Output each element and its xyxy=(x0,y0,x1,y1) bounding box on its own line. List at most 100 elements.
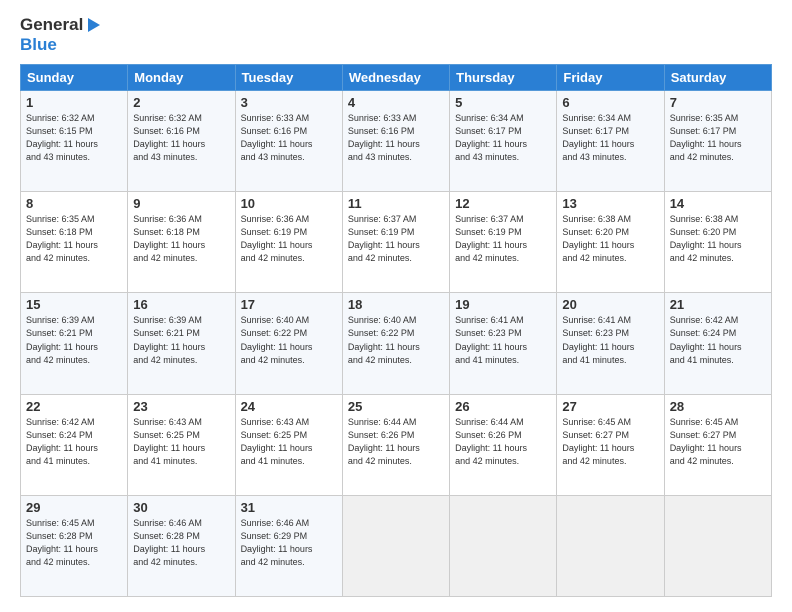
day-number: 24 xyxy=(241,399,337,414)
day-info: Sunrise: 6:34 AM Sunset: 6:17 PM Dayligh… xyxy=(562,112,658,164)
calendar-cell: 15 Sunrise: 6:39 AM Sunset: 6:21 PM Dayli… xyxy=(21,293,128,394)
day-info: Sunrise: 6:32 AM Sunset: 6:15 PM Dayligh… xyxy=(26,112,122,164)
day-info: Sunrise: 6:42 AM Sunset: 6:24 PM Dayligh… xyxy=(26,416,122,468)
calendar-cell: 3 Sunrise: 6:33 AM Sunset: 6:16 PM Daylig… xyxy=(235,91,342,192)
day-info: Sunrise: 6:33 AM Sunset: 6:16 PM Dayligh… xyxy=(241,112,337,164)
calendar-cell: 31Sunrise: 6:46 AM Sunset: 6:29 PM Dayli… xyxy=(235,495,342,596)
calendar-cell: 22 Sunrise: 6:42 AM Sunset: 6:24 PM Dayli… xyxy=(21,394,128,495)
day-number: 10 xyxy=(241,196,337,211)
day-number: 13 xyxy=(562,196,658,211)
day-number: 29 xyxy=(26,500,122,515)
day-info: Sunrise: 6:36 AM Sunset: 6:19 PM Dayligh… xyxy=(241,213,337,265)
day-info: Sunrise: 6:41 AM Sunset: 6:23 PM Dayligh… xyxy=(562,314,658,366)
day-info: Sunrise: 6:32 AM Sunset: 6:16 PM Dayligh… xyxy=(133,112,229,164)
day-number: 4 xyxy=(348,95,444,110)
calendar-cell: 13 Sunrise: 6:38 AM Sunset: 6:20 PM Dayli… xyxy=(557,192,664,293)
day-info: Sunrise: 6:37 AM Sunset: 6:19 PM Dayligh… xyxy=(455,213,551,265)
day-info: Sunrise: 6:42 AM Sunset: 6:24 PM Dayligh… xyxy=(670,314,766,366)
calendar-cell: 12 Sunrise: 6:37 AM Sunset: 6:19 PM Dayli… xyxy=(450,192,557,293)
day-info: Sunrise: 6:40 AM Sunset: 6:22 PM Dayligh… xyxy=(348,314,444,366)
day-info: Sunrise: 6:39 AM Sunset: 6:21 PM Dayligh… xyxy=(26,314,122,366)
day-number: 20 xyxy=(562,297,658,312)
logo: General Blue xyxy=(20,15,102,54)
dow-header-saturday: Saturday xyxy=(664,65,771,91)
calendar-cell: 25 Sunrise: 6:44 AM Sunset: 6:26 PM Dayli… xyxy=(342,394,449,495)
calendar-cell: 11 Sunrise: 6:37 AM Sunset: 6:19 PM Dayli… xyxy=(342,192,449,293)
day-info: Sunrise: 6:44 AM Sunset: 6:26 PM Dayligh… xyxy=(455,416,551,468)
week-row-5: 29Sunrise: 6:45 AM Sunset: 6:28 PM Dayli… xyxy=(21,495,772,596)
day-info: Sunrise: 6:45 AM Sunset: 6:27 PM Dayligh… xyxy=(562,416,658,468)
week-row-2: 8 Sunrise: 6:35 AM Sunset: 6:18 PM Daylig… xyxy=(21,192,772,293)
dow-header-sunday: Sunday xyxy=(21,65,128,91)
calendar-cell: 29Sunrise: 6:45 AM Sunset: 6:28 PM Dayli… xyxy=(21,495,128,596)
day-info: Sunrise: 6:46 AM Sunset: 6:28 PM Dayligh… xyxy=(133,517,229,569)
day-number: 19 xyxy=(455,297,551,312)
day-number: 12 xyxy=(455,196,551,211)
day-number: 27 xyxy=(562,399,658,414)
day-number: 14 xyxy=(670,196,766,211)
day-info: Sunrise: 6:36 AM Sunset: 6:18 PM Dayligh… xyxy=(133,213,229,265)
day-number: 22 xyxy=(26,399,122,414)
calendar-cell: 10 Sunrise: 6:36 AM Sunset: 6:19 PM Dayli… xyxy=(235,192,342,293)
day-info: Sunrise: 6:33 AM Sunset: 6:16 PM Dayligh… xyxy=(348,112,444,164)
calendar-cell: 26 Sunrise: 6:44 AM Sunset: 6:26 PM Dayli… xyxy=(450,394,557,495)
day-info: Sunrise: 6:37 AM Sunset: 6:19 PM Dayligh… xyxy=(348,213,444,265)
logo-blue-text: Blue xyxy=(20,35,102,55)
calendar-cell: 14 Sunrise: 6:38 AM Sunset: 6:20 PM Dayli… xyxy=(664,192,771,293)
day-number: 15 xyxy=(26,297,122,312)
day-number: 11 xyxy=(348,196,444,211)
days-of-week-row: SundayMondayTuesdayWednesdayThursdayFrid… xyxy=(21,65,772,91)
day-number: 9 xyxy=(133,196,229,211)
header: General Blue xyxy=(20,15,772,54)
day-number: 30 xyxy=(133,500,229,515)
calendar-cell: 9 Sunrise: 6:36 AM Sunset: 6:18 PM Daylig… xyxy=(128,192,235,293)
day-number: 28 xyxy=(670,399,766,414)
day-info: Sunrise: 6:40 AM Sunset: 6:22 PM Dayligh… xyxy=(241,314,337,366)
calendar-cell: 30 Sunrise: 6:46 AM Sunset: 6:28 PM Dayli… xyxy=(128,495,235,596)
calendar-cell: 6 Sunrise: 6:34 AM Sunset: 6:17 PM Daylig… xyxy=(557,91,664,192)
calendar-cell xyxy=(342,495,449,596)
calendar-cell: 16Sunrise: 6:39 AM Sunset: 6:21 PM Dayli… xyxy=(128,293,235,394)
day-number: 3 xyxy=(241,95,337,110)
week-row-3: 15 Sunrise: 6:39 AM Sunset: 6:21 PM Dayli… xyxy=(21,293,772,394)
calendar-cell: 8 Sunrise: 6:35 AM Sunset: 6:18 PM Daylig… xyxy=(21,192,128,293)
dow-header-tuesday: Tuesday xyxy=(235,65,342,91)
calendar-body: 1 Sunrise: 6:32 AM Sunset: 6:15 PM Daylig… xyxy=(21,91,772,597)
day-number: 31 xyxy=(241,500,337,515)
day-number: 8 xyxy=(26,196,122,211)
calendar-cell: 28 Sunrise: 6:45 AM Sunset: 6:27 PM Dayli… xyxy=(664,394,771,495)
week-row-4: 22 Sunrise: 6:42 AM Sunset: 6:24 PM Dayli… xyxy=(21,394,772,495)
logo-general-text: General xyxy=(20,15,83,35)
calendar-cell: 19 Sunrise: 6:41 AM Sunset: 6:23 PM Dayli… xyxy=(450,293,557,394)
calendar-cell: 27 Sunrise: 6:45 AM Sunset: 6:27 PM Dayli… xyxy=(557,394,664,495)
calendar-table: SundayMondayTuesdayWednesdayThursdayFrid… xyxy=(20,64,772,597)
calendar-cell xyxy=(664,495,771,596)
dow-header-monday: Monday xyxy=(128,65,235,91)
logo-arrow-icon xyxy=(84,16,102,34)
dow-header-wednesday: Wednesday xyxy=(342,65,449,91)
day-info: Sunrise: 6:45 AM Sunset: 6:27 PM Dayligh… xyxy=(670,416,766,468)
day-info: Sunrise: 6:43 AM Sunset: 6:25 PM Dayligh… xyxy=(133,416,229,468)
day-info: Sunrise: 6:39 AM Sunset: 6:21 PM Dayligh… xyxy=(133,314,229,366)
day-number: 23 xyxy=(133,399,229,414)
dow-header-friday: Friday xyxy=(557,65,664,91)
day-info: Sunrise: 6:44 AM Sunset: 6:26 PM Dayligh… xyxy=(348,416,444,468)
day-info: Sunrise: 6:38 AM Sunset: 6:20 PM Dayligh… xyxy=(562,213,658,265)
calendar-cell: 7Sunrise: 6:35 AM Sunset: 6:17 PM Daylig… xyxy=(664,91,771,192)
day-info: Sunrise: 6:43 AM Sunset: 6:25 PM Dayligh… xyxy=(241,416,337,468)
day-number: 1 xyxy=(26,95,122,110)
calendar-cell: 17 Sunrise: 6:40 AM Sunset: 6:22 PM Dayli… xyxy=(235,293,342,394)
day-info: Sunrise: 6:35 AM Sunset: 6:18 PM Dayligh… xyxy=(26,213,122,265)
day-number: 5 xyxy=(455,95,551,110)
calendar-cell: 20 Sunrise: 6:41 AM Sunset: 6:23 PM Dayli… xyxy=(557,293,664,394)
calendar-cell: 2 Sunrise: 6:32 AM Sunset: 6:16 PM Daylig… xyxy=(128,91,235,192)
day-number: 6 xyxy=(562,95,658,110)
day-number: 26 xyxy=(455,399,551,414)
day-number: 2 xyxy=(133,95,229,110)
calendar-cell: 4 Sunrise: 6:33 AM Sunset: 6:16 PM Daylig… xyxy=(342,91,449,192)
day-info: Sunrise: 6:41 AM Sunset: 6:23 PM Dayligh… xyxy=(455,314,551,366)
day-info: Sunrise: 6:38 AM Sunset: 6:20 PM Dayligh… xyxy=(670,213,766,265)
calendar-cell: 24 Sunrise: 6:43 AM Sunset: 6:25 PM Dayli… xyxy=(235,394,342,495)
day-number: 25 xyxy=(348,399,444,414)
day-number: 17 xyxy=(241,297,337,312)
